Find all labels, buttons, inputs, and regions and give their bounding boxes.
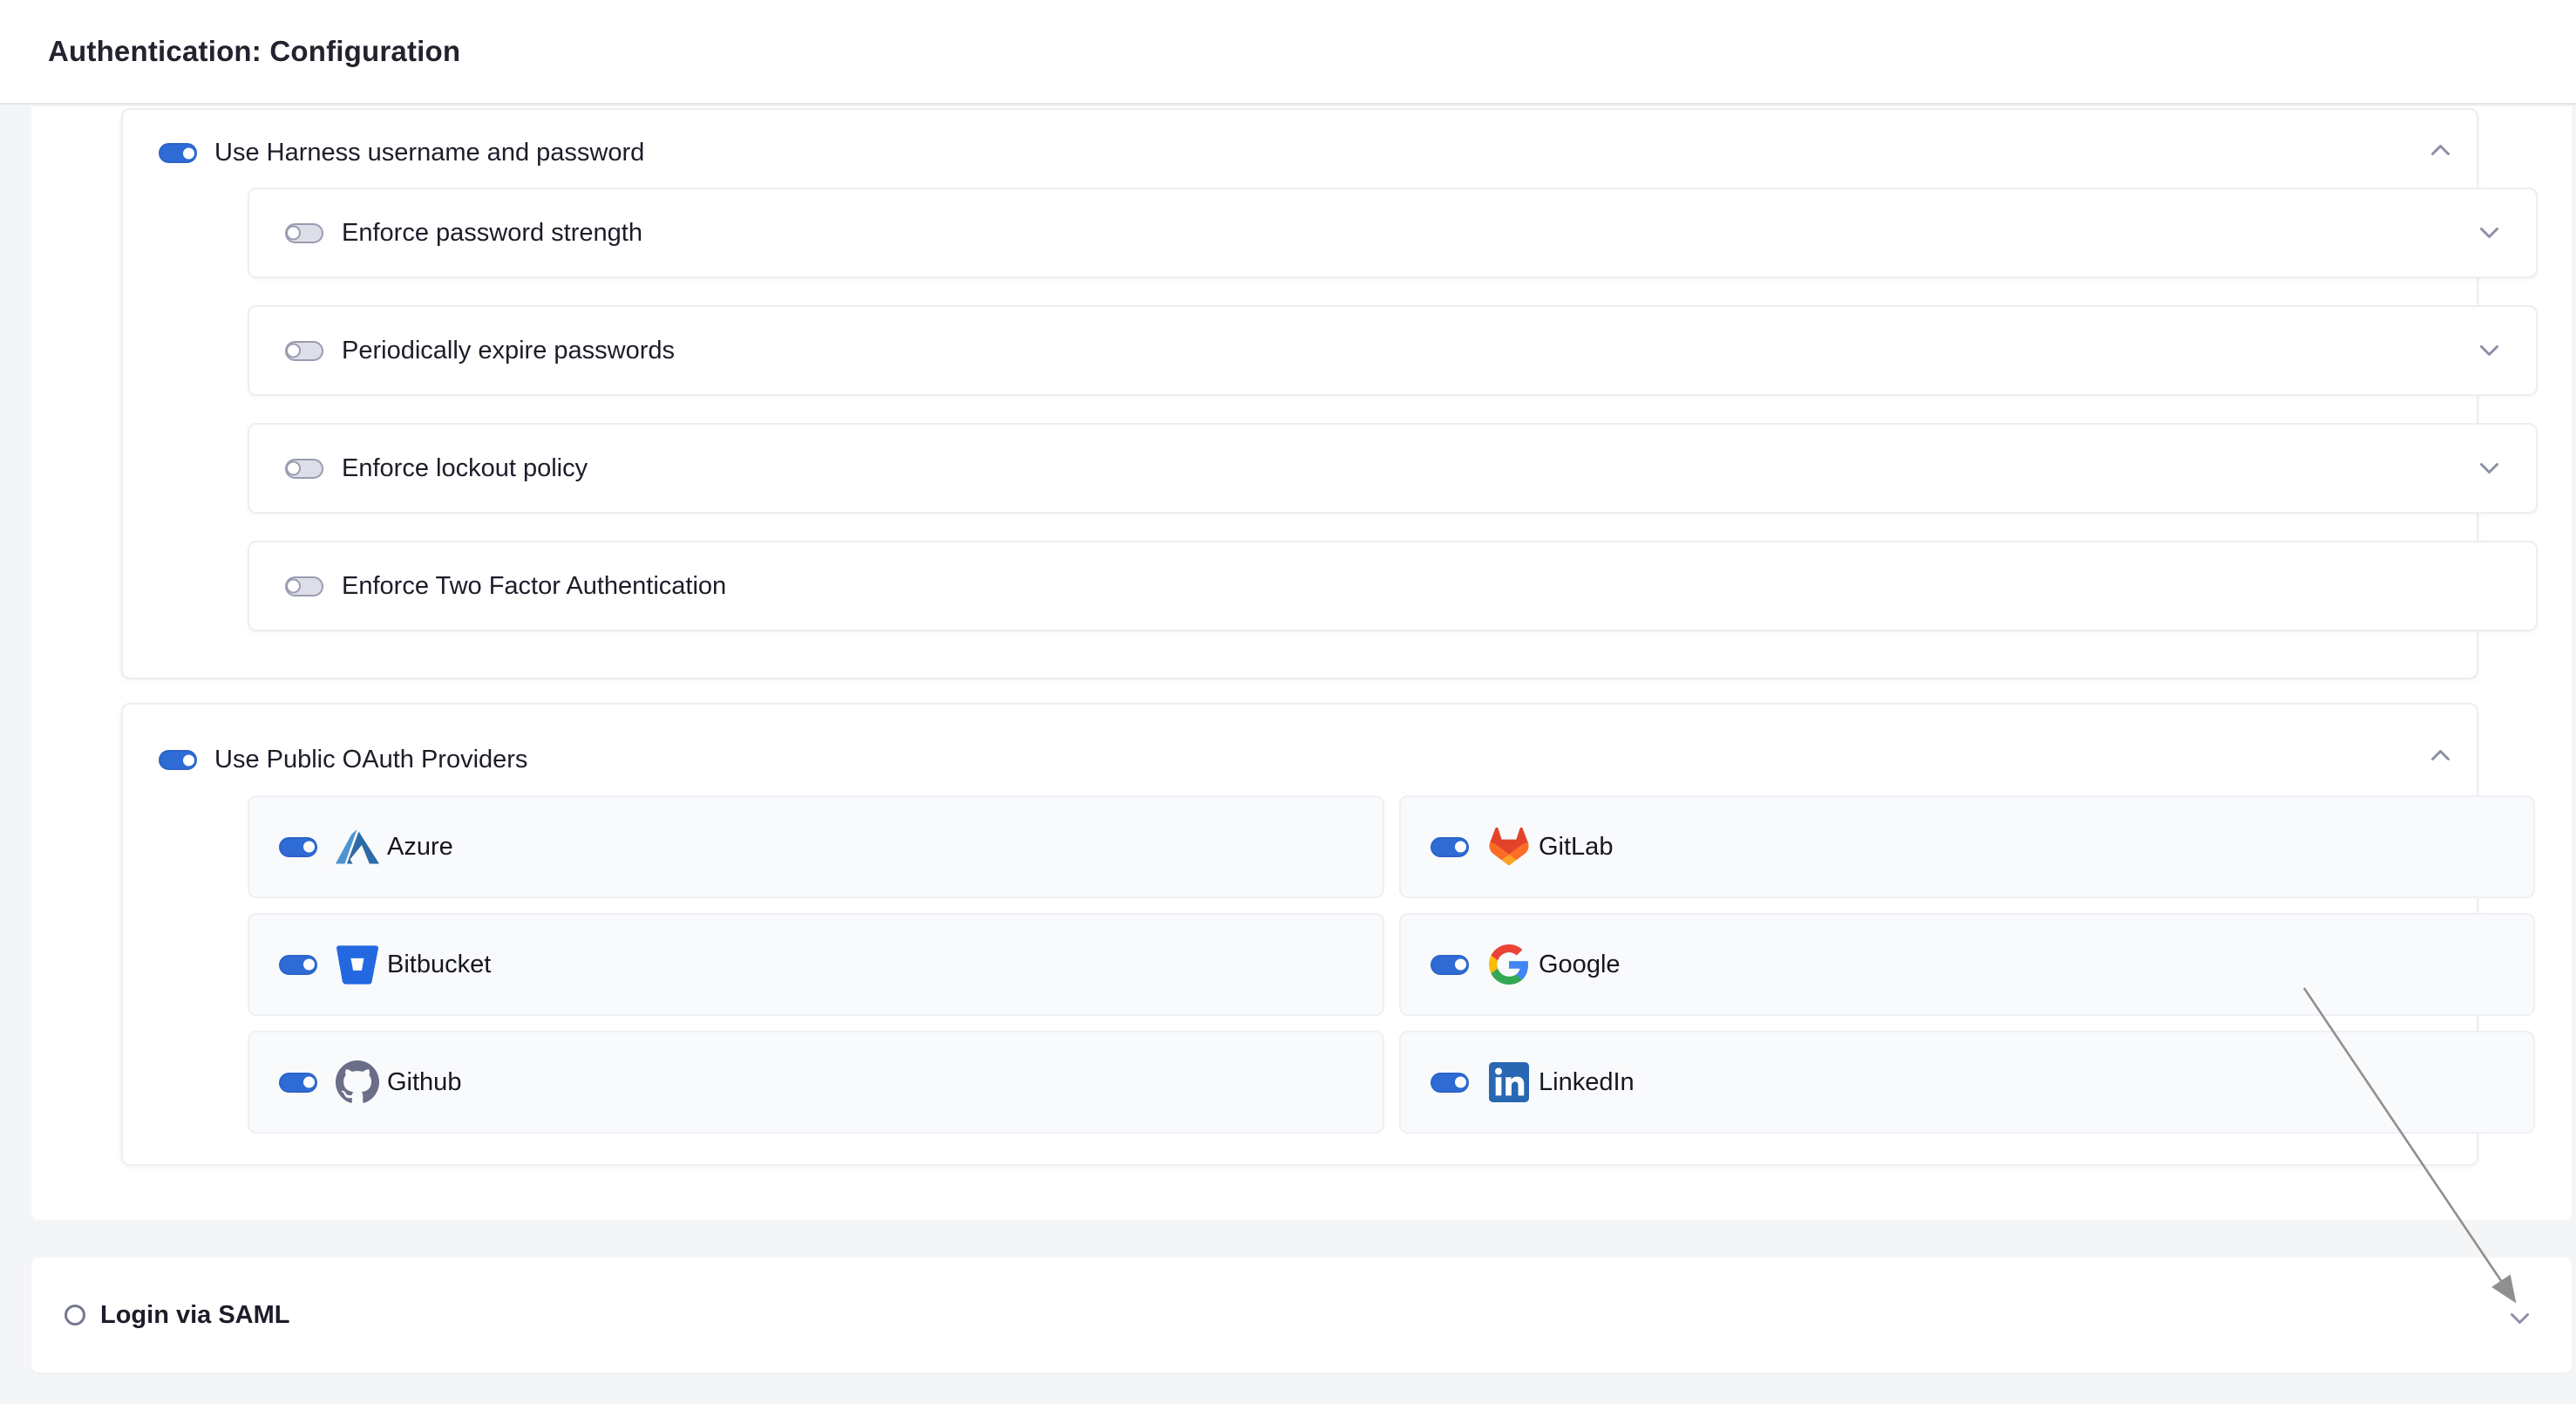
- oauth-providers-toggle[interactable]: [159, 750, 197, 770]
- enforce-two-factor-authentication-row[interactable]: Enforce Two Factor Authentication: [248, 541, 2538, 631]
- gitlab-provider-row: GitLab: [1399, 795, 2535, 898]
- github-provider-row: Github: [248, 1031, 1384, 1134]
- oauth-providers-label: Use Public OAuth Providers: [214, 746, 527, 774]
- bitbucket-provider-row: Bitbucket: [248, 913, 1384, 1016]
- toggle-knob: [181, 146, 196, 160]
- toggle-knob: [1453, 840, 1468, 855]
- linkedin-toggle[interactable]: [1431, 1073, 1469, 1093]
- oauth-providers-section: Use Public OAuth Providers Azure: [121, 703, 2478, 1166]
- username-password-section: Use Harness username and password Enforc…: [121, 108, 2478, 679]
- google-label: Google: [1539, 951, 1621, 979]
- enforce-lockout-policy-label: Enforce lockout policy: [342, 454, 588, 483]
- toggle-knob: [302, 958, 316, 972]
- gitlab-icon: [1487, 825, 1531, 869]
- bitbucket-label: Bitbucket: [387, 951, 491, 979]
- toggle-knob: [286, 461, 301, 476]
- toggle-knob: [302, 840, 316, 855]
- enforce-password-strength-toggle[interactable]: [285, 223, 323, 243]
- linkedin-icon: [1487, 1060, 1531, 1104]
- page-header: Authentication: Configuration: [0, 0, 2576, 105]
- toggle-knob: [286, 226, 301, 241]
- periodically-expire-passwords-label: Periodically expire passwords: [342, 337, 675, 365]
- enforce-two-factor-authentication-label: Enforce Two Factor Authentication: [342, 572, 726, 601]
- page-title: Authentication: Configuration: [48, 35, 460, 68]
- azure-toggle[interactable]: [279, 837, 317, 857]
- username-password-label: Use Harness username and password: [214, 139, 644, 167]
- chevron-down-icon[interactable]: [2510, 1312, 2530, 1326]
- linkedin-label: LinkedIn: [1539, 1068, 1635, 1097]
- toggle-knob: [1453, 958, 1468, 972]
- gitlab-toggle[interactable]: [1431, 837, 1469, 857]
- toggle-knob: [1453, 1075, 1468, 1090]
- google-toggle[interactable]: [1431, 955, 1469, 975]
- chevron-down-icon[interactable]: [2479, 461, 2499, 475]
- enforce-password-strength-label: Enforce password strength: [342, 219, 642, 248]
- github-toggle[interactable]: [279, 1073, 317, 1093]
- toggle-knob: [181, 753, 196, 767]
- enforce-lockout-policy-row[interactable]: Enforce lockout policy: [248, 423, 2538, 514]
- enforce-password-strength-row[interactable]: Enforce password strength: [248, 187, 2538, 278]
- azure-label: Azure: [387, 833, 453, 862]
- gitlab-label: GitLab: [1539, 833, 1613, 862]
- saml-radio-button[interactable]: [65, 1305, 85, 1326]
- saml-label: Login via SAML: [100, 1301, 290, 1330]
- google-provider-row: Google: [1399, 913, 2535, 1016]
- periodically-expire-passwords-row[interactable]: Periodically expire passwords: [248, 305, 2538, 396]
- login-via-saml-row[interactable]: Login via SAML: [31, 1257, 2572, 1373]
- auth-mechanisms-panel: Use Harness username and password Enforc…: [31, 106, 2572, 1220]
- enforce-two-factor-authentication-toggle[interactable]: [285, 576, 323, 596]
- chevron-down-icon[interactable]: [2479, 226, 2499, 240]
- github-label: Github: [387, 1068, 461, 1097]
- toggle-knob: [286, 579, 301, 594]
- linkedin-provider-row: LinkedIn: [1399, 1031, 2535, 1134]
- enforce-lockout-policy-toggle[interactable]: [285, 459, 323, 479]
- chevron-up-icon[interactable]: [2430, 748, 2450, 762]
- azure-icon: [336, 825, 379, 869]
- toggle-knob: [286, 344, 301, 358]
- username-password-header: Use Harness username and password: [159, 139, 644, 167]
- bitbucket-icon: [336, 943, 379, 986]
- username-password-toggle[interactable]: [159, 143, 197, 163]
- google-icon: [1487, 943, 1531, 986]
- github-icon: [336, 1060, 379, 1104]
- oauth-providers-header: Use Public OAuth Providers: [159, 746, 527, 774]
- azure-provider-row: Azure: [248, 795, 1384, 898]
- toggle-knob: [302, 1075, 316, 1090]
- bitbucket-toggle[interactable]: [279, 955, 317, 975]
- content-area: Use Harness username and password Enforc…: [0, 106, 2576, 1404]
- chevron-up-icon[interactable]: [2430, 143, 2450, 157]
- authentication-configuration-page: Authentication: Configuration Use Harnes…: [0, 0, 2576, 1404]
- periodically-expire-passwords-toggle[interactable]: [285, 341, 323, 361]
- chevron-down-icon[interactable]: [2479, 344, 2499, 358]
